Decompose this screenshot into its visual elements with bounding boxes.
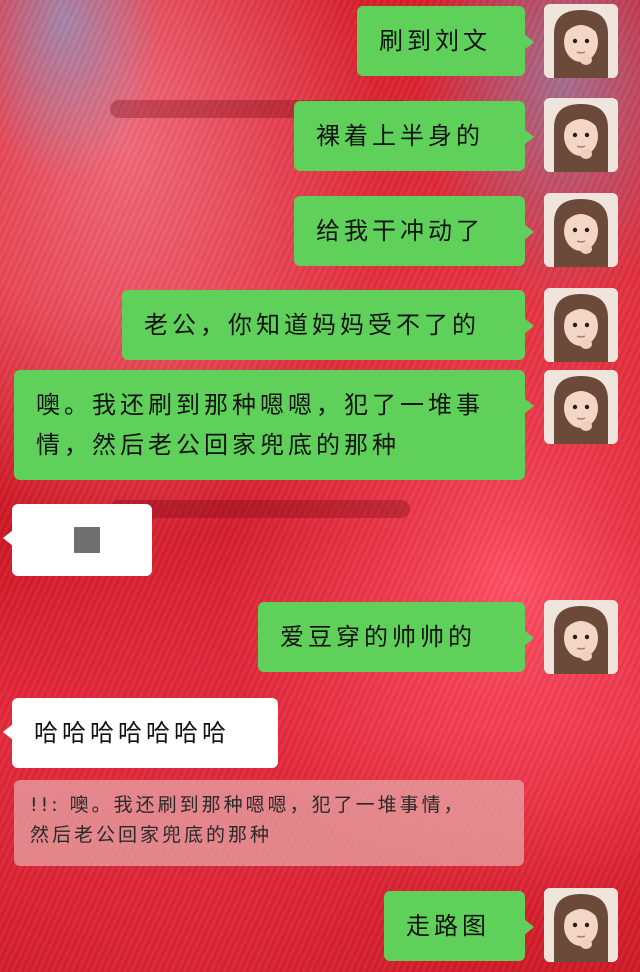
message-text: 裸着上半身的: [316, 122, 484, 150]
message-bubble[interactable]: 刷到刘文: [357, 6, 534, 76]
girl-avatar-icon: [544, 4, 618, 78]
avatar[interactable]: [544, 193, 618, 267]
quote-line: 然后老公回家兜底的那种: [30, 824, 273, 846]
message-bubble[interactable]: 噢。我还刷到那种嗯嗯，犯了一堆事 情，然后老公回家兜底的那种: [14, 370, 534, 480]
message-bubble[interactable]: 裸着上半身的: [294, 101, 534, 171]
message-text: 哈哈哈哈哈哈哈: [34, 719, 230, 747]
girl-avatar-icon: [544, 888, 618, 962]
girl-avatar-icon: [544, 288, 618, 362]
avatar[interactable]: [544, 4, 618, 78]
image-placeholder-icon: [74, 527, 100, 553]
girl-avatar-icon: [544, 370, 618, 444]
quote-line: !!: 噢。我还刷到那种嗯嗯，犯了一堆事情，: [30, 794, 466, 816]
message-text: 爱豆穿的帅帅的: [280, 623, 476, 651]
sticker-bubble[interactable]: [3, 504, 152, 576]
avatar[interactable]: [544, 600, 618, 674]
message-bubble[interactable]: 走路图: [384, 891, 534, 961]
message-bubble[interactable]: 爱豆穿的帅帅的: [258, 602, 534, 672]
girl-avatar-icon: [544, 600, 618, 674]
avatar[interactable]: [544, 288, 618, 362]
message-text: 刷到刘文: [379, 27, 491, 55]
message-bubble[interactable]: 给我干冲动了: [294, 196, 534, 266]
message-bubble[interactable]: 老公，你知道妈妈受不了的: [122, 290, 534, 360]
girl-avatar-icon: [544, 98, 618, 172]
message-text-line: 噢。我还刷到那种嗯嗯，犯了一堆事: [36, 391, 484, 419]
background-sweater-band: [110, 500, 410, 518]
avatar[interactable]: [544, 98, 618, 172]
quoted-reply[interactable]: !!: 噢。我还刷到那种嗯嗯，犯了一堆事情， 然后老公回家兜底的那种: [14, 780, 524, 866]
message-text: 老公，你知道妈妈受不了的: [144, 311, 480, 339]
avatar[interactable]: [544, 888, 618, 962]
girl-avatar-icon: [544, 193, 618, 267]
message-text-line: 情，然后老公回家兜底的那种: [36, 431, 400, 459]
message-text: 给我干冲动了: [316, 217, 484, 245]
avatar[interactable]: [544, 370, 618, 444]
message-text: 走路图: [406, 912, 490, 940]
message-bubble[interactable]: 哈哈哈哈哈哈哈: [3, 698, 278, 768]
